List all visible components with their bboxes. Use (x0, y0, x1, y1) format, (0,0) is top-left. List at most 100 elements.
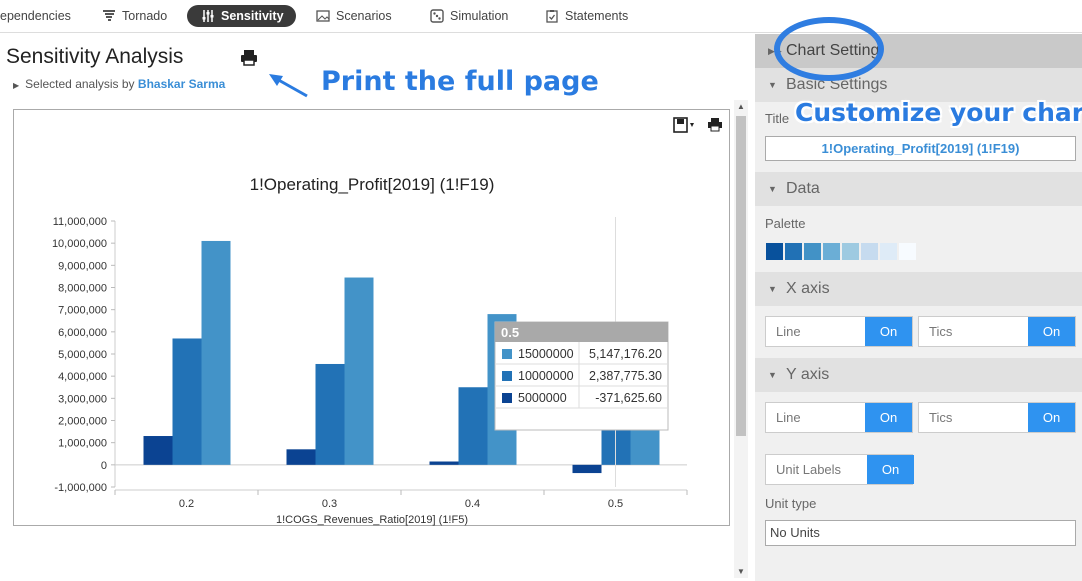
tooltip-header-bg (495, 322, 668, 342)
y-tick-label: 10,000,000 (52, 238, 107, 250)
bar (572, 464, 602, 474)
unit-type-field[interactable]: No Units (765, 520, 1076, 546)
palette-swatch[interactable] (766, 243, 783, 260)
top-nav: ependencies Tornado Sensitivity Scenario… (0, 0, 1082, 33)
section-label: Data (786, 180, 820, 197)
tooltip-key: 15000000 (518, 347, 574, 361)
bar (458, 387, 488, 465)
caret-down-icon: ▼ (768, 370, 777, 380)
x-axis-section[interactable]: ▼ X axis (755, 272, 1082, 306)
palette-swatch[interactable] (899, 243, 916, 260)
chart-print-icon[interactable] (708, 118, 722, 132)
toggle-label: Line (776, 324, 801, 339)
palette-swatch[interactable] (880, 243, 897, 260)
tab-dependencies[interactable]: ependencies (0, 5, 71, 27)
tab-label: Simulation (450, 9, 509, 23)
y-tick-label: 7,000,000 (58, 305, 107, 317)
tab-label: Scenarios (336, 9, 392, 23)
toggle-on[interactable]: On (865, 403, 912, 432)
x-axis-line-toggle[interactable]: Line On (765, 316, 913, 347)
tooltip-value: 5,147,176.20 (589, 347, 662, 361)
byline-prefix: Selected analysis by (25, 77, 135, 91)
toggle-label: Tics (929, 410, 953, 425)
x-tick-label: 0.4 (465, 498, 480, 510)
image-icon (316, 10, 330, 22)
toggle-on[interactable]: On (867, 455, 914, 484)
y-tick-label: 2,000,000 (58, 416, 107, 428)
save-icon[interactable] (673, 117, 694, 133)
annotation-arrow-icon (269, 74, 308, 98)
y-tick-label: 3,000,000 (58, 393, 107, 405)
y-tick-label: 6,000,000 (58, 327, 107, 339)
y-axis-line-toggle[interactable]: Line On (765, 402, 913, 433)
bar (286, 449, 316, 465)
scrollbar[interactable]: ▲ ▼ (734, 100, 748, 578)
y-axis-tics-toggle[interactable]: Tics On (918, 402, 1076, 433)
toggle-label: Line (776, 410, 801, 425)
palette-swatch[interactable] (823, 243, 840, 260)
palette-swatch[interactable] (842, 243, 859, 260)
y-tick-label: 11,000,000 (53, 216, 107, 228)
print-icon[interactable] (239, 50, 259, 66)
main-panel: Sensitivity Analysis ▶ Selected analysis … (0, 34, 750, 581)
y-tick-label: -1,000,000 (54, 482, 107, 494)
x-axis-label: 1!COGS_Revenues_Ratio[2019] (1!F5) (276, 514, 468, 526)
tab-simulation[interactable]: Simulation (430, 5, 508, 27)
toggle-on[interactable]: On (1028, 317, 1075, 346)
bar (201, 240, 231, 465)
scroll-up-icon[interactable]: ▲ (737, 102, 745, 111)
page-title: Sensitivity Analysis (6, 45, 184, 68)
tooltip-value: -371,625.60 (595, 391, 662, 405)
tooltip-header: 0.5 (501, 325, 519, 340)
section-label: Y axis (786, 366, 830, 383)
tooltip-swatch (502, 349, 512, 359)
y-tick-label: 4,000,000 (58, 371, 107, 383)
scrollbar-thumb[interactable] (736, 116, 746, 436)
palette-label: Palette (765, 216, 806, 231)
y-tick-label: 8,000,000 (58, 283, 107, 295)
x-tick-label: 0.2 (179, 498, 194, 510)
bar (344, 277, 374, 465)
toggle-label: Tics (929, 324, 953, 339)
data-section[interactable]: ▼ Data (755, 172, 1082, 206)
x-tick-label: 0.5 (608, 498, 623, 510)
toggle-on[interactable]: On (1028, 403, 1075, 432)
caret-right-icon: ▶ (13, 81, 20, 90)
caret-down-icon: ▼ (768, 80, 777, 90)
toggle-on[interactable]: On (865, 317, 912, 346)
tooltip-key: 5000000 (518, 391, 567, 405)
annotation-print: Print the full page (321, 66, 599, 97)
tab-label: Tornado (122, 9, 168, 23)
sliders-icon (202, 10, 214, 22)
author-link[interactable]: Bhaskar Sarma (138, 77, 225, 91)
tooltip-swatch (502, 393, 512, 403)
palette-swatch[interactable] (804, 243, 821, 260)
bar (429, 461, 459, 465)
scroll-down-icon[interactable]: ▼ (737, 567, 745, 576)
tab-tornado[interactable]: Tornado (102, 5, 167, 27)
palette-swatch[interactable] (785, 243, 802, 260)
tab-statements[interactable]: Statements (545, 5, 628, 27)
chart-title: 1!Operating_Profit[2019] (1!F19) (250, 175, 495, 194)
tooltip-key: 10000000 (518, 369, 574, 383)
tooltip-value: 2,387,775.30 (589, 369, 662, 383)
annotation-circle (774, 17, 884, 81)
y-tick-label: 5,000,000 (58, 349, 107, 361)
y-tick-label: 9,000,000 (58, 260, 107, 272)
x-tick-label: 0.3 (322, 498, 337, 510)
title-label: Title (765, 111, 790, 126)
bar (143, 436, 173, 465)
unit-labels-toggle[interactable]: Unit Labels On (765, 454, 914, 485)
caret-down-icon: ▼ (768, 184, 777, 194)
tornado-icon (103, 10, 115, 21)
tab-label: Sensitivity (221, 9, 284, 23)
tab-scenarios[interactable]: Scenarios (316, 5, 392, 27)
tab-sensitivity[interactable]: Sensitivity (187, 5, 296, 27)
bar-chart: 1!Operating_Profit[2019] (1!F19) 11,000,0… (52, 117, 722, 526)
chart-title-field[interactable]: 1!Operating_Profit[2019] (1!F19) (765, 136, 1076, 161)
palette-swatch[interactable] (861, 243, 878, 260)
annotation-customize: Customize your chart (795, 98, 1082, 127)
y-axis-section[interactable]: ▼ Y axis (755, 358, 1082, 392)
x-axis-tics-toggle[interactable]: Tics On (918, 316, 1076, 347)
clipboard-check-icon (546, 10, 558, 23)
